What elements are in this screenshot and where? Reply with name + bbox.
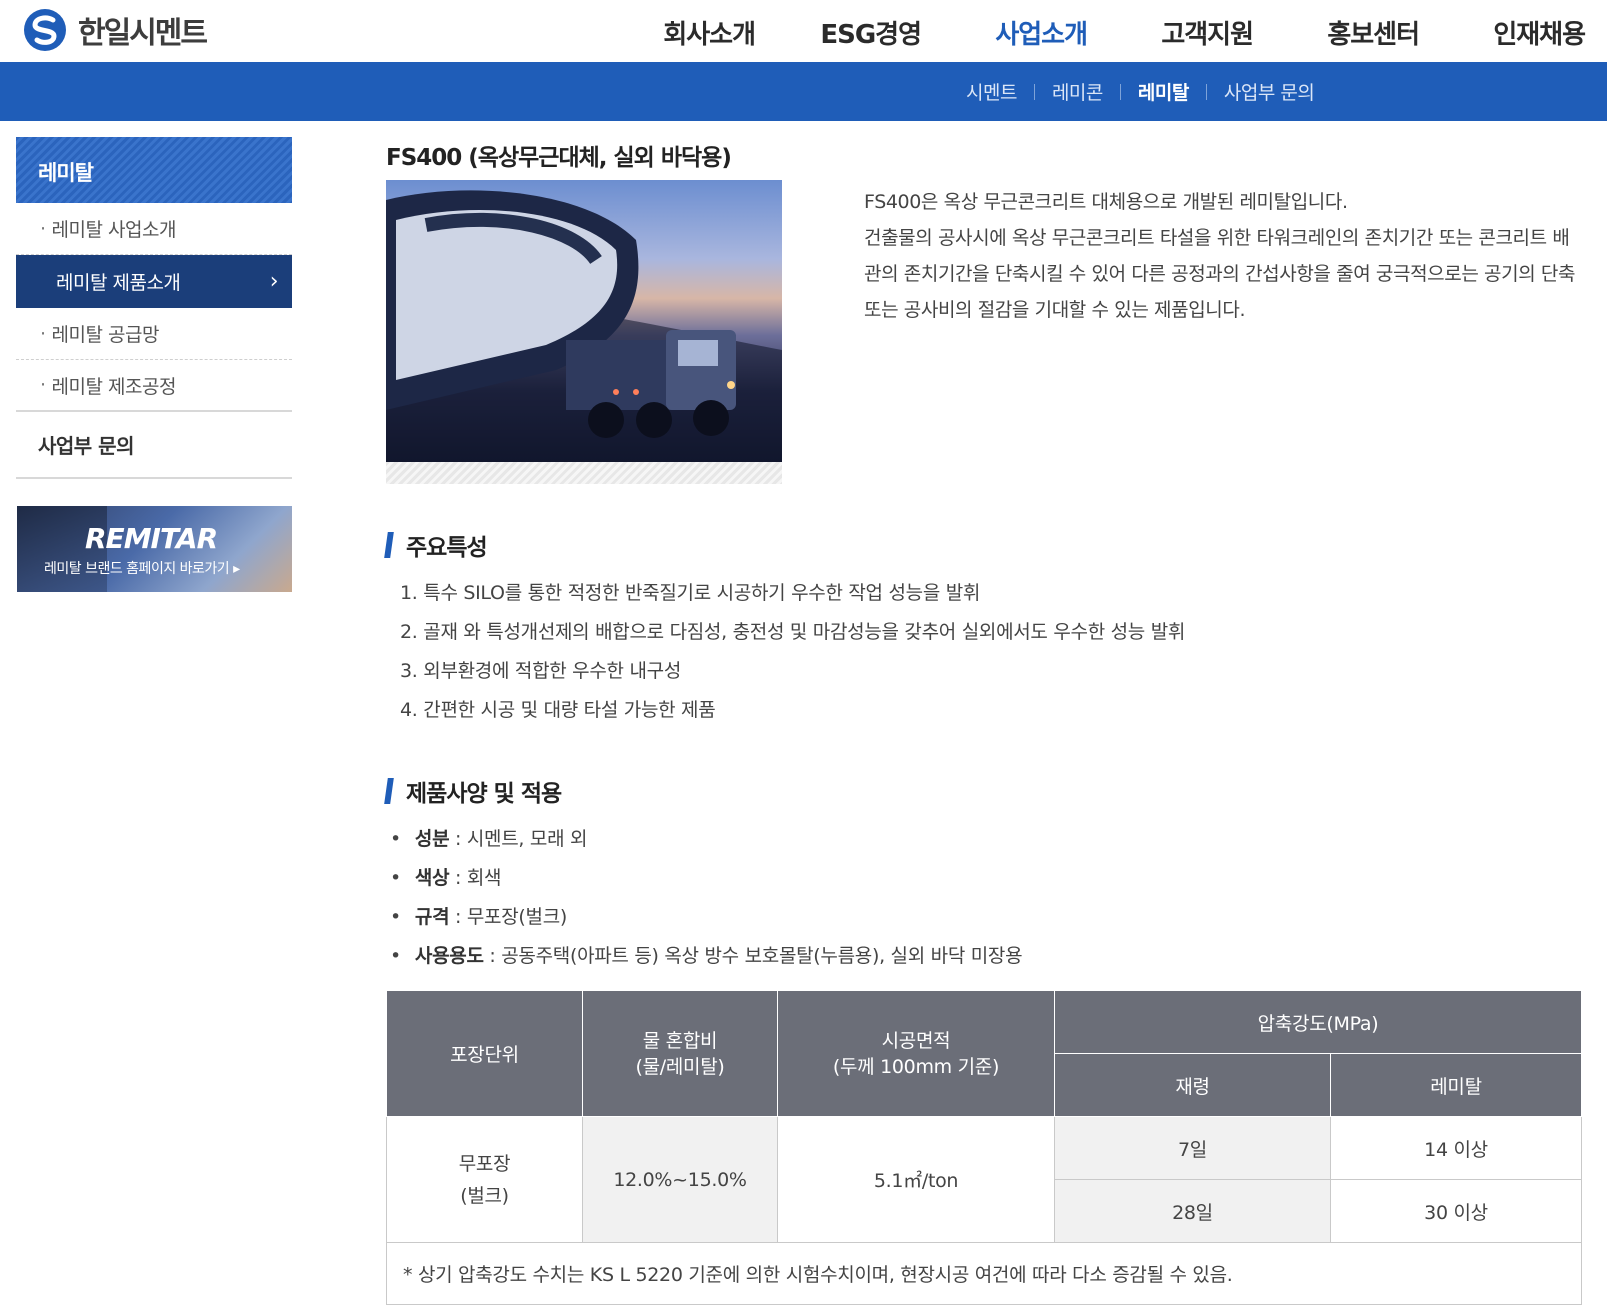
sidebar-item-inquiry[interactable]: 사업부 문의 xyxy=(16,412,292,479)
table-header-age: 재령 xyxy=(1054,1053,1331,1117)
subnav-divider xyxy=(1033,83,1035,100)
logo-text: 한일시멘트 xyxy=(78,16,208,51)
table-cell-water: 12.0%~15.0% xyxy=(582,1116,778,1243)
sidebar-item-product-intro[interactable]: 레미탈 제품소개 › xyxy=(16,255,292,308)
table-row: 무포장 (벌크) 12.0%~15.0% 5.1㎡/ton 7일 14 이상 xyxy=(386,1116,1582,1243)
site-header: 한일시멘트 회사소개 ESG경영 사업소개 고객지원 홍보센터 인재채용 xyxy=(0,0,1607,62)
heading-marker xyxy=(384,778,394,804)
table-cell-area: 5.1㎡/ton xyxy=(777,1116,1055,1243)
cell-line: (벌크) xyxy=(460,1184,509,1207)
table-header-strength: 압축강도(MPa) xyxy=(1054,990,1582,1054)
table-header-pack: 포장단위 xyxy=(386,990,583,1117)
sidebar-item-label: 레미탈 제조공정 xyxy=(51,375,177,398)
chevron-right-icon: › xyxy=(269,269,279,294)
spec-label: 성분 xyxy=(414,828,450,850)
spec-value: : 시멘트, 모래 외 xyxy=(449,828,588,850)
bullet-icon: · xyxy=(40,374,46,396)
table-cell-pack: 무포장 (벌크) xyxy=(386,1116,583,1243)
spec-label: 사용용도 xyxy=(414,945,484,967)
spec-value: : 무포장(벌크) xyxy=(449,906,568,928)
table-header-water: 물 혼합비 (물/레미탈) xyxy=(582,990,778,1117)
sidebar-item-supply-chain[interactable]: · 레미탈 공급망 xyxy=(16,308,292,360)
sidebar-title: 레미탈 xyxy=(16,137,292,203)
sidebar-item-business-intro[interactable]: · 레미탈 사업소개 xyxy=(16,203,292,255)
photo-shadow xyxy=(386,462,782,484)
features-list: 1. 특수 SILO를 통한 적정한 반죽질기로 시공하기 우수한 작업 성능을… xyxy=(400,574,1185,730)
spec-value: : 회색 xyxy=(449,867,502,889)
header-line: (두께 100mm 기준) xyxy=(832,1055,1000,1078)
bullet-icon: • xyxy=(390,945,401,967)
product-photo xyxy=(386,180,782,462)
spec-table: 포장단위 물 혼합비 (물/레미탈) 시공면적 (두께 100mm 기준) 압축… xyxy=(386,990,1582,1305)
bullet-icon: • xyxy=(390,906,401,928)
header-line: (물/레미탈) xyxy=(635,1055,725,1078)
bullet-icon: • xyxy=(390,867,401,889)
bullet-icon: • xyxy=(390,828,401,850)
sidebar-item-label: 레미탈 제품소개 xyxy=(56,272,181,294)
logo-mark-icon xyxy=(24,9,66,51)
product-description: FS400은 옥상 무근콘크리트 대체용으로 개발된 레미탈입니다. 건출물의 … xyxy=(864,184,1584,328)
table-header-remitar: 레미탈 xyxy=(1330,1053,1582,1117)
sub-nav-bar: 시멘트 레미콘 레미탈 사업부 문의 xyxy=(0,62,1607,121)
list-item: 4. 간편한 시공 및 대량 타설 가능한 제품 xyxy=(400,699,716,721)
section-heading-features: 주요특성 xyxy=(384,528,488,562)
list-item: • 사용용도 : 공동주택(아파트 등) 옥상 방수 보호몰탈(누름용), 실외 … xyxy=(390,937,1023,976)
sidebar-item-label: 레미탈 공급망 xyxy=(51,324,160,346)
list-item: • 성분 : 시멘트, 모래 외 xyxy=(390,820,1022,859)
specs-list: • 성분 : 시멘트, 모래 외 • 색상 : 회색 • 규격 : 무포장(벌크) •… xyxy=(390,820,1023,976)
truck-illustration xyxy=(386,190,782,462)
banner-link-text: 레미탈 브랜드 홈페이지 바로가기 ▸ xyxy=(44,561,240,577)
spec-value: : 공동주택(아파트 등) 옥상 방수 보호몰탈(누름용), 실외 바닥 미장용 xyxy=(483,945,1023,967)
heading-marker xyxy=(384,532,394,558)
gnb-item-business[interactable]: 사업소개 xyxy=(921,14,1088,51)
list-item: 2. 골재 와 특성개선제의 배합으로 다짐성, 충전성 및 마감성능을 갖추어… xyxy=(400,621,1186,643)
gnb-item-careers[interactable]: 인재채용 xyxy=(1419,14,1586,51)
section-heading-text: 주요특성 xyxy=(406,535,488,561)
sidebar-item-label: 레미탈 사업소개 xyxy=(51,219,177,241)
table-note: * 상기 압축강도 수치는 KS L 5220 기준에 의한 시험수치이며, 현… xyxy=(386,1242,1582,1305)
logo[interactable]: 한일시멘트 xyxy=(22,5,208,55)
list-item: • 규격 : 무포장(벌크) xyxy=(390,898,1022,937)
table-header-area: 시공면적 (두께 100mm 기준) xyxy=(777,990,1055,1117)
table-header-row: 포장단위 물 혼합비 (물/레미탈) 시공면적 (두께 100mm 기준) 압축… xyxy=(386,990,1582,1117)
spec-label: 규격 xyxy=(414,906,450,928)
sub-nav: 시멘트 레미콘 레미탈 사업부 문의 xyxy=(966,62,1315,121)
sidebar-item-label: 사업부 문의 xyxy=(38,434,134,458)
gnb-item-support[interactable]: 고객지원 xyxy=(1087,14,1254,51)
remitar-brand-banner[interactable]: REMITAR 레미탈 브랜드 홈페이지 바로가기 ▸ xyxy=(17,506,292,592)
subnav-divider xyxy=(1119,83,1121,100)
gnb-item-esg[interactable]: ESG경영 xyxy=(755,14,922,51)
table-cell-value: 14 이상 xyxy=(1330,1116,1582,1180)
cell-line: 무포장 xyxy=(458,1152,511,1175)
sidebar-item-manufacturing[interactable]: · 레미탈 제조공정 xyxy=(16,360,292,412)
product-title: FS400 (옥상무근대체, 실외 바닥용) xyxy=(386,145,732,171)
spec-label: 색상 xyxy=(414,867,450,889)
banner-title: REMITAR xyxy=(85,522,218,555)
list-item: • 색상 : 회색 xyxy=(390,859,1022,898)
subnav-item-remicon[interactable]: 레미콘 xyxy=(1052,78,1103,105)
subnav-item-cement[interactable]: 시멘트 xyxy=(966,78,1017,105)
section-heading-specs: 제품사양 및 적용 xyxy=(384,774,562,808)
sidebar-menu: · 레미탈 사업소개 레미탈 제품소개 › · 레미탈 공급망 · 레미탈 제조… xyxy=(16,203,292,479)
bullet-icon: · xyxy=(40,217,46,240)
table-cell-age: 28일 xyxy=(1054,1179,1331,1243)
list-item: 1. 특수 SILO를 통한 적정한 반죽질기로 시공하기 우수한 작업 성능을… xyxy=(400,582,981,604)
header-line: 물 혼합비 xyxy=(642,1029,718,1052)
bullet-icon: · xyxy=(40,322,46,345)
gnb-item-pr[interactable]: 홍보센터 xyxy=(1253,14,1420,51)
description-text: FS400은 옥상 무근콘크리트 대체용으로 개발된 레미탈입니다. 건출물의 … xyxy=(864,191,1576,321)
header-line: 시공면적 xyxy=(881,1029,951,1052)
table-note-row: * 상기 압축강도 수치는 KS L 5220 기준에 의한 시험수치이며, 현… xyxy=(386,1242,1582,1305)
subnav-item-remitar[interactable]: 레미탈 xyxy=(1138,78,1189,105)
gnb-item-company[interactable]: 회사소개 xyxy=(589,14,756,51)
table-cell-age: 7일 xyxy=(1054,1116,1331,1180)
global-nav: 회사소개 ESG경영 사업소개 고객지원 홍보센터 인재채용 xyxy=(589,14,1586,51)
subnav-divider xyxy=(1205,83,1207,100)
list-item: 3. 외부환경에 적합한 우수한 내구성 xyxy=(400,660,682,682)
section-heading-text: 제품사양 및 적용 xyxy=(406,781,562,807)
subnav-item-inquiry[interactable]: 사업부 문의 xyxy=(1224,78,1315,105)
table-cell-value: 30 이상 xyxy=(1330,1179,1582,1243)
